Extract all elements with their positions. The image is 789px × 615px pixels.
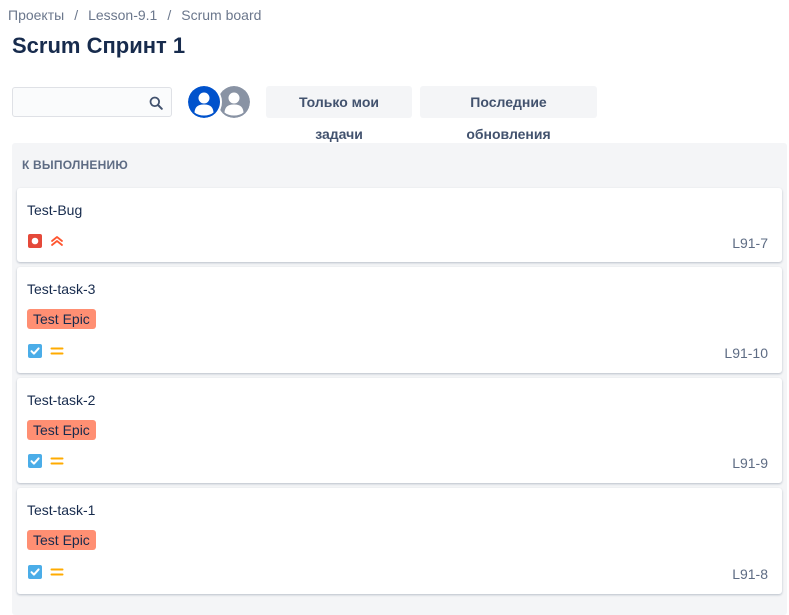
bug-icon — [27, 233, 43, 249]
issue-card[interactable]: Test-task-1 Test Epic L91-8 — [17, 488, 782, 594]
page-title: Scrum Спринт 1 — [12, 33, 186, 58]
breadcrumb-board[interactable]: Scrum board — [181, 6, 261, 24]
card-icons — [27, 343, 71, 359]
card-summary: Test-task-2 — [27, 392, 96, 408]
recently-updated-button[interactable]: Последние обновления — [420, 86, 597, 142]
epic-label: Test Epic — [27, 530, 96, 550]
avatar-current-user[interactable] — [186, 84, 222, 120]
user-icon — [188, 86, 220, 118]
breadcrumb: Проекты / Lesson-9.1 / Scrum board — [8, 6, 261, 24]
card-key: L91-7 — [732, 235, 768, 251]
issue-card[interactable]: Test-task-3 Test Epic L91-10 — [17, 267, 782, 373]
task-icon — [27, 343, 43, 359]
epic-label: Test Epic — [27, 309, 96, 329]
card-summary: Test-Bug — [27, 202, 83, 218]
card-icons — [27, 564, 71, 580]
search-input[interactable] — [13, 88, 171, 116]
task-icon — [27, 564, 43, 580]
card-key: L91-9 — [732, 455, 768, 471]
card-icons — [27, 453, 71, 469]
search-box — [12, 87, 172, 117]
breadcrumb-projects[interactable]: Проекты — [8, 6, 64, 24]
breadcrumb-separator: / — [74, 7, 79, 23]
issue-card[interactable]: Test-Bug L91-7 — [17, 188, 782, 262]
issue-card[interactable]: Test-task-2 Test Epic L91-9 — [17, 378, 782, 483]
priority-medium-icon — [49, 453, 65, 469]
column-todo: К ВЫПОЛНЕНИЮ Test-Bug L91-7 Test-task-3 … — [12, 143, 787, 615]
task-icon — [27, 453, 43, 469]
card-summary: Test-task-3 — [27, 281, 96, 297]
priority-medium-icon — [49, 343, 65, 359]
search-icon[interactable] — [149, 96, 163, 110]
only-my-issues-button[interactable]: Только мои задачи — [266, 86, 412, 142]
scrum-board-page: Проекты / Lesson-9.1 / Scrum board Scrum… — [0, 0, 789, 615]
card-icons — [27, 233, 71, 249]
priority-medium-icon — [49, 564, 65, 580]
card-summary: Test-task-1 — [27, 502, 96, 518]
epic-label: Test Epic — [27, 420, 96, 440]
card-key: L91-8 — [732, 566, 768, 582]
breadcrumb-project[interactable]: Lesson-9.1 — [88, 6, 157, 24]
column-title: К ВЫПОЛНЕНИЮ — [22, 158, 128, 172]
priority-highest-icon — [49, 233, 65, 249]
breadcrumb-separator: / — [167, 7, 172, 23]
card-key: L91-10 — [724, 345, 768, 361]
user-icon — [218, 86, 250, 118]
